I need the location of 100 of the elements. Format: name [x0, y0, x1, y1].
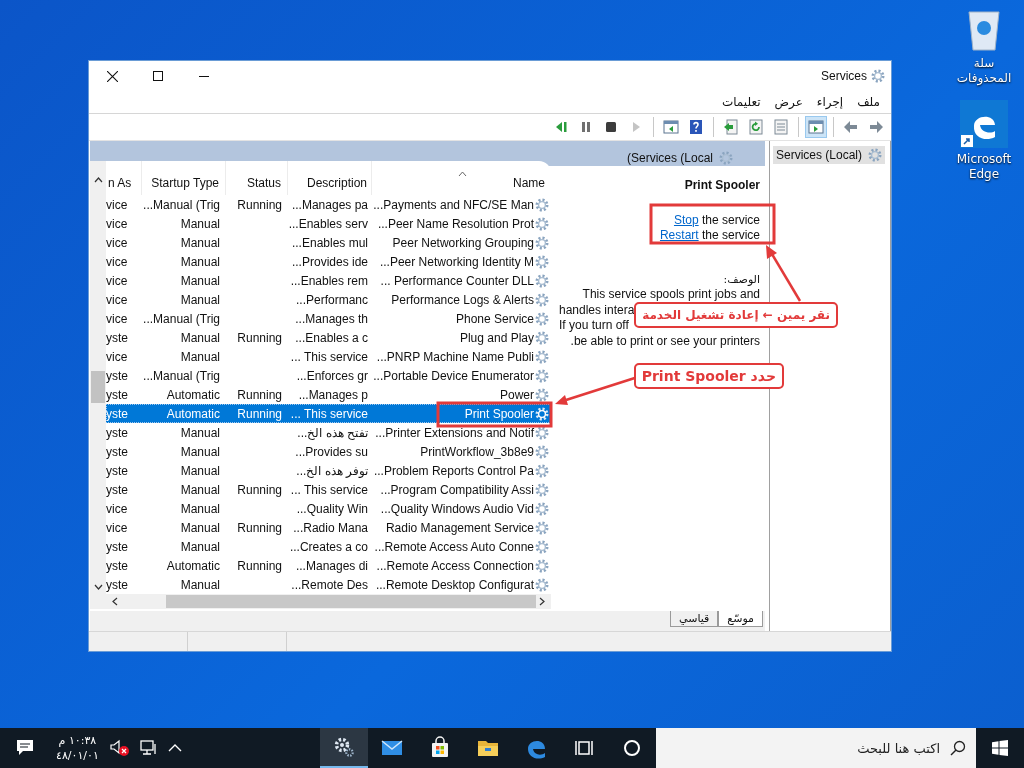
table-row[interactable]: yste Manual ...Remote Des ...Remote Desktop Configurat: [106, 575, 551, 594]
column-header[interactable]: n As: [106, 161, 142, 195]
muted-speaker-icon[interactable]: [109, 739, 130, 757]
table-row[interactable]: yste Manual Running ... This service ...Program Compatibility Assi: [106, 480, 551, 499]
table-cell: Phone Service: [455, 311, 534, 326]
search-icon: [950, 740, 966, 756]
scroll-down-icon[interactable]: [93, 584, 103, 590]
scrollbar-thumb[interactable]: [91, 371, 105, 403]
callout-label: نقر يمين ← إعادة تشغيل الخدمة: [634, 302, 838, 328]
table-cell-text: ...Manages pa: [290, 197, 369, 212]
table-row[interactable]: vice Manual Running ...Radio Mana Radio Management Service: [106, 518, 551, 537]
action-link[interactable]: Restart: [659, 228, 699, 242]
menu-item[interactable]: عرض: [773, 95, 804, 109]
view-tab[interactable]: قياسي: [670, 611, 719, 627]
table-cell-text: yste: [106, 330, 129, 345]
table-row[interactable]: yste Manual ...Creates a co ...Remote Access Auto Conne: [106, 537, 551, 556]
table-cell: ...PNRP Machine Name Publi: [376, 349, 534, 364]
service-title: Print Spooler: [684, 178, 760, 192]
table-cell-text: Manual: [179, 425, 221, 440]
gear-icon: [871, 69, 885, 83]
table-cell-text: vice: [106, 501, 129, 516]
table-row[interactable]: vice ...Manual (Trig ...Manages th Phone Service: [106, 309, 551, 328]
table-row[interactable]: yste Manual ...Provides su PrintWorkflow_3b8e9: [106, 442, 551, 461]
vertical-scrollbar[interactable]: [90, 161, 106, 594]
table-cell-text: Automatic: [165, 558, 221, 573]
table-cell: ...Printer Extensions and Notif: [375, 425, 534, 440]
chevron-up-icon[interactable]: [167, 743, 182, 753]
table-cell-text: Manual: [179, 273, 221, 288]
maximize-icon: [153, 71, 163, 81]
pane-icon[interactable]: [805, 116, 827, 138]
table-row[interactable]: yste Manual Running ...Enables a c Plug and Play: [106, 328, 551, 347]
table-row[interactable]: vice Manual ...Enables serv ...Peer Name Resolution Prot: [106, 214, 551, 233]
table-cell: ...Remote Desktop Configurat: [375, 577, 534, 592]
table-row[interactable]: vice Manual ...Performanc Performance Logs & Alerts: [106, 290, 551, 309]
column-header[interactable]: Name: [372, 161, 551, 195]
table-row[interactable]: vice Manual ...Enables mul Peer Networking Grouping: [106, 233, 551, 252]
table-row[interactable]: vice Manual ...Quality Win ...Quality Windows Audio Vid: [106, 499, 551, 518]
description-text: handles intera: [559, 302, 635, 318]
gear-icon: [535, 558, 549, 573]
action-link[interactable]: Stop: [673, 213, 699, 227]
scrollbar-thumb[interactable]: [166, 595, 536, 608]
table-cell-text: Running: [236, 406, 283, 421]
table-cell-text: ...Enables serv: [288, 216, 369, 231]
description-label: الوصف:: [723, 272, 760, 287]
clock-date[interactable]: ٤٨/٠١/٠١: [56, 748, 99, 763]
edge-icon[interactable]: [960, 100, 1008, 148]
gear-icon[interactable]: [320, 728, 368, 768]
description-text: If you turn off: [559, 318, 629, 334]
table-cell: Power: [500, 387, 534, 402]
gear-icon: [535, 216, 549, 231]
gear-icon: [535, 254, 549, 269]
tree-item[interactable]: Services (Local): [773, 146, 886, 164]
network-icon[interactable]: [139, 740, 158, 756]
horizontal-scrollbar[interactable]: [90, 594, 551, 609]
table-row[interactable]: yste Automatic Running ...Manages p Power: [106, 385, 551, 404]
table-row[interactable]: vice Manual ... This service ...PNRP Machine Name Publi: [106, 347, 551, 366]
table-row[interactable]: yste Automatic Running ...Manages di ...Remote Access Connection: [106, 556, 551, 575]
menu-item[interactable]: إجراء: [815, 95, 845, 109]
gear-icon: [535, 406, 549, 421]
scroll-right-icon[interactable]: [539, 597, 545, 606]
desktop-icon-label[interactable]: سلة المحذوفات: [948, 56, 1020, 86]
menu-item[interactable]: تعليمات: [720, 95, 762, 109]
table-cell-text: Automatic: [165, 406, 221, 421]
table-row[interactable]: yste Automatic Running ... This service Print Spooler: [106, 404, 551, 423]
scroll-left-icon[interactable]: [112, 597, 118, 606]
view-tab[interactable]: موسّع: [718, 611, 763, 627]
table-cell-text: Running: [236, 197, 283, 212]
table-cell-text: Manual: [179, 349, 221, 364]
table-row[interactable]: vice Manual ...Provides ide ...Peer Networking Identity M: [106, 252, 551, 271]
desktop-icon-label[interactable]: Microsoft Edge: [948, 152, 1020, 182]
table-cell: ...Problem Reports Control Pa: [373, 463, 534, 478]
table-row[interactable]: vice ...Manual (Trig Running ...Manages pa ...Payments and NFC/SE Man: [106, 195, 551, 214]
menu-item[interactable]: ملف: [856, 95, 881, 109]
table-cell-text: ...Radio Mana: [292, 520, 369, 535]
table-cell-text: ...Creates a co: [288, 539, 369, 554]
gear-icon: [535, 501, 549, 516]
description-text: This service spools print jobs and: [582, 287, 760, 303]
table-cell-text: vice: [106, 311, 129, 326]
column-header[interactable]: Status: [226, 161, 288, 195]
column-header[interactable]: Description: [288, 161, 372, 195]
table-row[interactable]: yste ...Manual (Trig ...Enforces gr ...Portable Device Enumerator: [106, 366, 551, 385]
table-row[interactable]: vice Manual ...Enables rem ... Performance Counter DLL: [106, 271, 551, 290]
table-cell-text: yste: [106, 577, 129, 592]
table-cell-text: Manual: [179, 216, 221, 231]
table-cell-text: ...Provides ide: [290, 254, 369, 269]
table-cell: ...Quality Windows Audio Vid: [380, 501, 534, 516]
search-field[interactable]: اكتب هنا للبحث: [656, 728, 976, 768]
table-cell-text: vice: [106, 197, 129, 212]
gear-icon: [535, 463, 549, 478]
scroll-up-icon[interactable]: [93, 177, 103, 183]
table-cell-text: Running: [236, 520, 283, 535]
clock-time[interactable]: ١٠:٣٨ م: [58, 733, 97, 748]
gear-icon: [535, 577, 549, 592]
recycle-bin-icon[interactable]: [966, 8, 1002, 52]
column-header[interactable]: Startup Type: [142, 161, 226, 195]
table-cell-text: Manual: [179, 292, 221, 307]
gear-icon: [535, 292, 549, 307]
table-cell-text: yste: [106, 482, 129, 497]
table-cell-text: ...Manages p: [297, 387, 369, 402]
table-cell-text: ... This service: [289, 349, 369, 364]
